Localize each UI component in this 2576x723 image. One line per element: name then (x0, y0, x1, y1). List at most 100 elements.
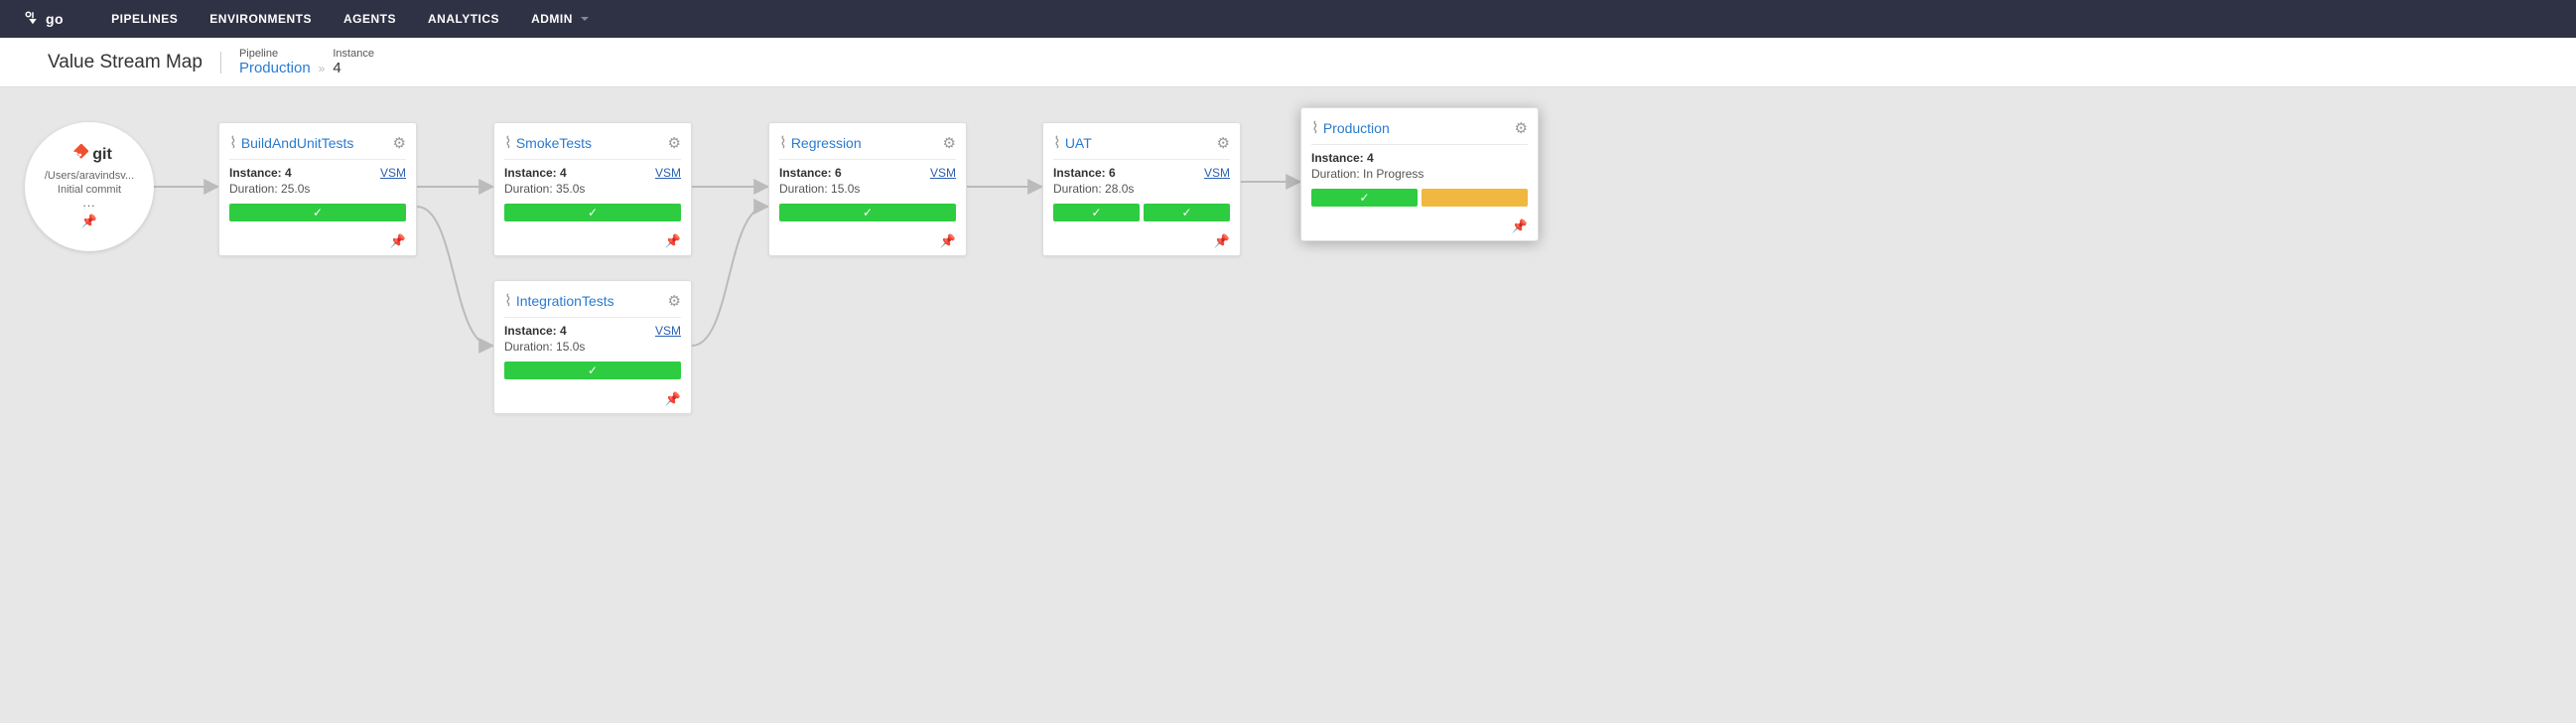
stage-bar-pass[interactable]: ✓ (1053, 204, 1140, 221)
crumb-instance: Instance 4 (333, 48, 374, 76)
pipeline-title-link[interactable]: Regression (791, 135, 862, 151)
check-icon: ✓ (1181, 206, 1191, 219)
duration-label: Duration: (1053, 182, 1102, 196)
vsm-link[interactable]: VSM (930, 166, 956, 180)
pipeline-card-regr: ⌇ Regression ⚙ Instance: 6 VSM Duration:… (768, 122, 967, 256)
duration-label: Duration: (1311, 167, 1360, 181)
vsm-link[interactable]: VSM (655, 324, 681, 338)
stage-bar-pass[interactable]: ✓ (504, 204, 681, 221)
git-icon (67, 144, 88, 166)
nav-pipelines[interactable]: PIPELINES (111, 12, 178, 26)
stage-bar-build[interactable] (1422, 189, 1528, 207)
stages-row: ✓ (1311, 189, 1528, 207)
gear-icon[interactable]: ⚙ (668, 134, 681, 152)
gear-icon[interactable]: ⚙ (1515, 119, 1528, 137)
instance-value: 4 (1367, 151, 1374, 165)
crumb-instance-value: 4 (333, 60, 374, 76)
vsm-link[interactable]: VSM (655, 166, 681, 180)
pin-icon[interactable]: 📌 (1512, 218, 1528, 234)
check-icon: ✓ (588, 363, 598, 377)
pipeline-icon: ⌇ (779, 133, 787, 153)
duration-value: In Progress (1363, 167, 1424, 181)
pipeline-card-prod: ⌇ Production ⚙ Instance: 4 Duration: In … (1300, 107, 1539, 241)
git-logo: git (67, 144, 112, 166)
vsm-link[interactable]: VSM (1204, 166, 1230, 180)
duration-value: 28.0s (1105, 182, 1134, 196)
vsm-link[interactable]: VSM (380, 166, 406, 180)
duration-label: Duration: (229, 182, 278, 196)
pipeline-icon: ⌇ (504, 133, 512, 153)
stage-bar-pass[interactable]: ✓ (1144, 204, 1230, 221)
instance-value: 6 (1109, 166, 1116, 180)
stages-row: ✓ (229, 204, 406, 221)
pin-icon[interactable]: 📌 (665, 391, 681, 407)
instance-label: Instance: (1053, 166, 1106, 180)
check-icon: ✓ (1091, 206, 1101, 219)
pipeline-title-link[interactable]: Production (1323, 120, 1390, 136)
pipeline-title-link[interactable]: SmokeTests (516, 135, 592, 151)
stage-bar-pass[interactable]: ✓ (229, 204, 406, 221)
gear-icon[interactable]: ⚙ (393, 134, 406, 152)
stage-bar-pass[interactable]: ✓ (779, 204, 956, 221)
pin-icon[interactable]: 📌 (940, 233, 956, 249)
nav-analytics[interactable]: ANALYTICS (428, 12, 499, 26)
pin-icon[interactable]: 📌 (390, 233, 406, 249)
instance-value: 4 (560, 324, 567, 338)
stage-bar-pass[interactable]: ✓ (1311, 189, 1418, 207)
duration-value: 15.0s (556, 340, 585, 354)
stages-row: ✓✓ (1053, 204, 1230, 221)
instance-value: 4 (285, 166, 292, 180)
check-icon: ✓ (588, 206, 598, 219)
pin-icon[interactable]: 📌 (1214, 233, 1230, 249)
vsm-canvas: git /Users/aravindsv... Initial commit .… (0, 87, 2576, 485)
pipeline-icon: ⌇ (504, 291, 512, 311)
duration-value: 25.0s (281, 182, 310, 196)
material-node-git[interactable]: git /Users/aravindsv... Initial commit .… (25, 122, 154, 251)
check-icon: ✓ (863, 206, 873, 219)
git-text: git (92, 146, 112, 164)
crumb-pipeline-label: Pipeline (239, 48, 311, 60)
instance-label: Instance: (229, 166, 282, 180)
breadcrumb: Value Stream Map Pipeline Production » I… (0, 38, 2576, 87)
nav-environments[interactable]: ENVIRONMENTS (209, 12, 312, 26)
duration-label: Duration: (504, 340, 553, 354)
instance-value: 6 (835, 166, 842, 180)
material-path: /Users/aravindsv... (45, 170, 134, 182)
pipeline-title-link[interactable]: UAT (1065, 135, 1092, 151)
nav-admin[interactable]: ADMIN (531, 12, 589, 26)
nav-agents[interactable]: AGENTS (343, 12, 396, 26)
duration-value: 35.0s (556, 182, 585, 196)
duration-value: 15.0s (831, 182, 860, 196)
pipeline-card-build: ⌇ BuildAndUnitTests ⚙ Instance: 4 VSM Du… (218, 122, 417, 256)
instance-value: 4 (560, 166, 567, 180)
duration-label: Duration: (779, 182, 828, 196)
crumb-pipeline-link[interactable]: Production (239, 60, 311, 76)
navbar: go PIPELINES ENVIRONMENTS AGENTS ANALYTI… (0, 0, 2576, 38)
material-commit-message: Initial commit (58, 184, 121, 196)
gear-icon[interactable]: ⚙ (1217, 134, 1230, 152)
crumb-pipeline: Pipeline Production (239, 48, 311, 76)
pin-icon[interactable]: 📌 (665, 233, 681, 249)
stages-row: ✓ (504, 204, 681, 221)
pipeline-card-integ: ⌇ IntegrationTests ⚙ Instance: 4 VSM Dur… (493, 280, 692, 414)
instance-label: Instance: (779, 166, 832, 180)
pipeline-card-smoke: ⌇ SmokeTests ⚙ Instance: 4 VSM Duration:… (493, 122, 692, 256)
instance-label: Instance: (504, 324, 557, 338)
stage-bar-pass[interactable]: ✓ (504, 362, 681, 379)
gear-icon[interactable]: ⚙ (668, 292, 681, 310)
check-icon: ✓ (1359, 191, 1369, 205)
material-more[interactable]: ... (82, 196, 95, 210)
gear-icon[interactable]: ⚙ (943, 134, 956, 152)
logo-text: go (46, 11, 64, 27)
check-icon: ✓ (313, 206, 323, 219)
pin-icon[interactable]: 📌 (81, 214, 97, 229)
pipeline-icon: ⌇ (1053, 133, 1061, 153)
pipeline-card-uat: ⌇ UAT ⚙ Instance: 6 VSM Duration: 28.0s … (1042, 122, 1241, 256)
stages-row: ✓ (779, 204, 956, 221)
duration-label: Duration: (504, 182, 553, 196)
logo[interactable]: go (24, 10, 64, 28)
pipeline-icon: ⌇ (1311, 118, 1319, 138)
pipeline-title-link[interactable]: IntegrationTests (516, 293, 614, 309)
instance-label: Instance: (504, 166, 557, 180)
pipeline-title-link[interactable]: BuildAndUnitTests (241, 135, 354, 151)
